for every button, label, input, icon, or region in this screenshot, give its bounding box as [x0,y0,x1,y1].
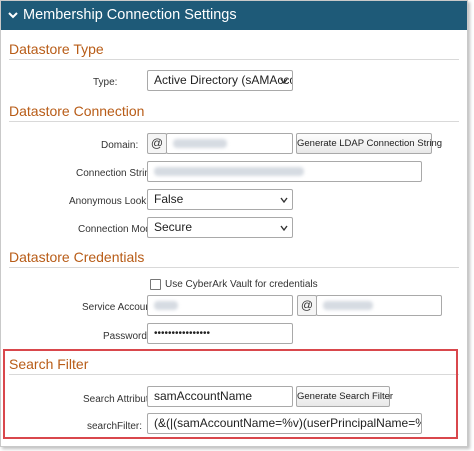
anonymous-lookup-select[interactable]: False [147,189,293,210]
type-select-value: Active Directory (sAMAccount [154,73,292,87]
connection-string-input[interactable] [147,161,422,182]
connection-string-label: Connection String: [76,168,159,179]
section-datastore-credentials: Datastore Credentials [9,249,145,265]
redacted-value [173,139,227,148]
divider [9,59,459,60]
chevron-down-icon [280,225,288,232]
redacted-value [323,301,373,310]
chevron-down-icon [280,197,288,204]
type-label: Type: [93,77,118,88]
section-datastore-connection: Datastore Connection [9,103,145,119]
generate-ldap-button[interactable]: Generate LDAP Connection String [296,133,442,154]
type-select[interactable]: Active Directory (sAMAccount [147,70,293,91]
domain-at-addon: @ [147,133,167,154]
anonymous-lookup-value: False [154,192,184,206]
redacted-value [154,167,304,176]
panel-header[interactable]: Membership Connection Settings [1,1,467,30]
divider [9,121,459,122]
service-account-at-addon: @ [297,295,317,316]
domain-label: Domain: [101,140,139,151]
divider [9,267,459,268]
use-vault-checkbox[interactable] [150,279,161,290]
domain-input[interactable] [166,133,293,154]
password-label: Password: [103,331,150,342]
chevron-down-icon [280,78,288,85]
service-account-domain-input[interactable] [316,295,442,316]
connection-mode-value: Secure [154,220,193,234]
collapse-chevron-icon[interactable] [6,8,20,22]
connection-mode-select[interactable]: Secure [147,217,293,238]
redacted-value [154,301,178,310]
section-datastore-type: Datastore Type [9,41,104,57]
password-input[interactable]: •••••••••••••••• [147,323,293,344]
panel-title: Membership Connection Settings [23,7,237,23]
service-account-label: Service Account: [82,302,157,313]
service-account-input[interactable] [147,295,293,316]
use-vault-label: Use CyberArk Vault for credentials [165,279,318,290]
search-filter-highlight [3,349,458,439]
